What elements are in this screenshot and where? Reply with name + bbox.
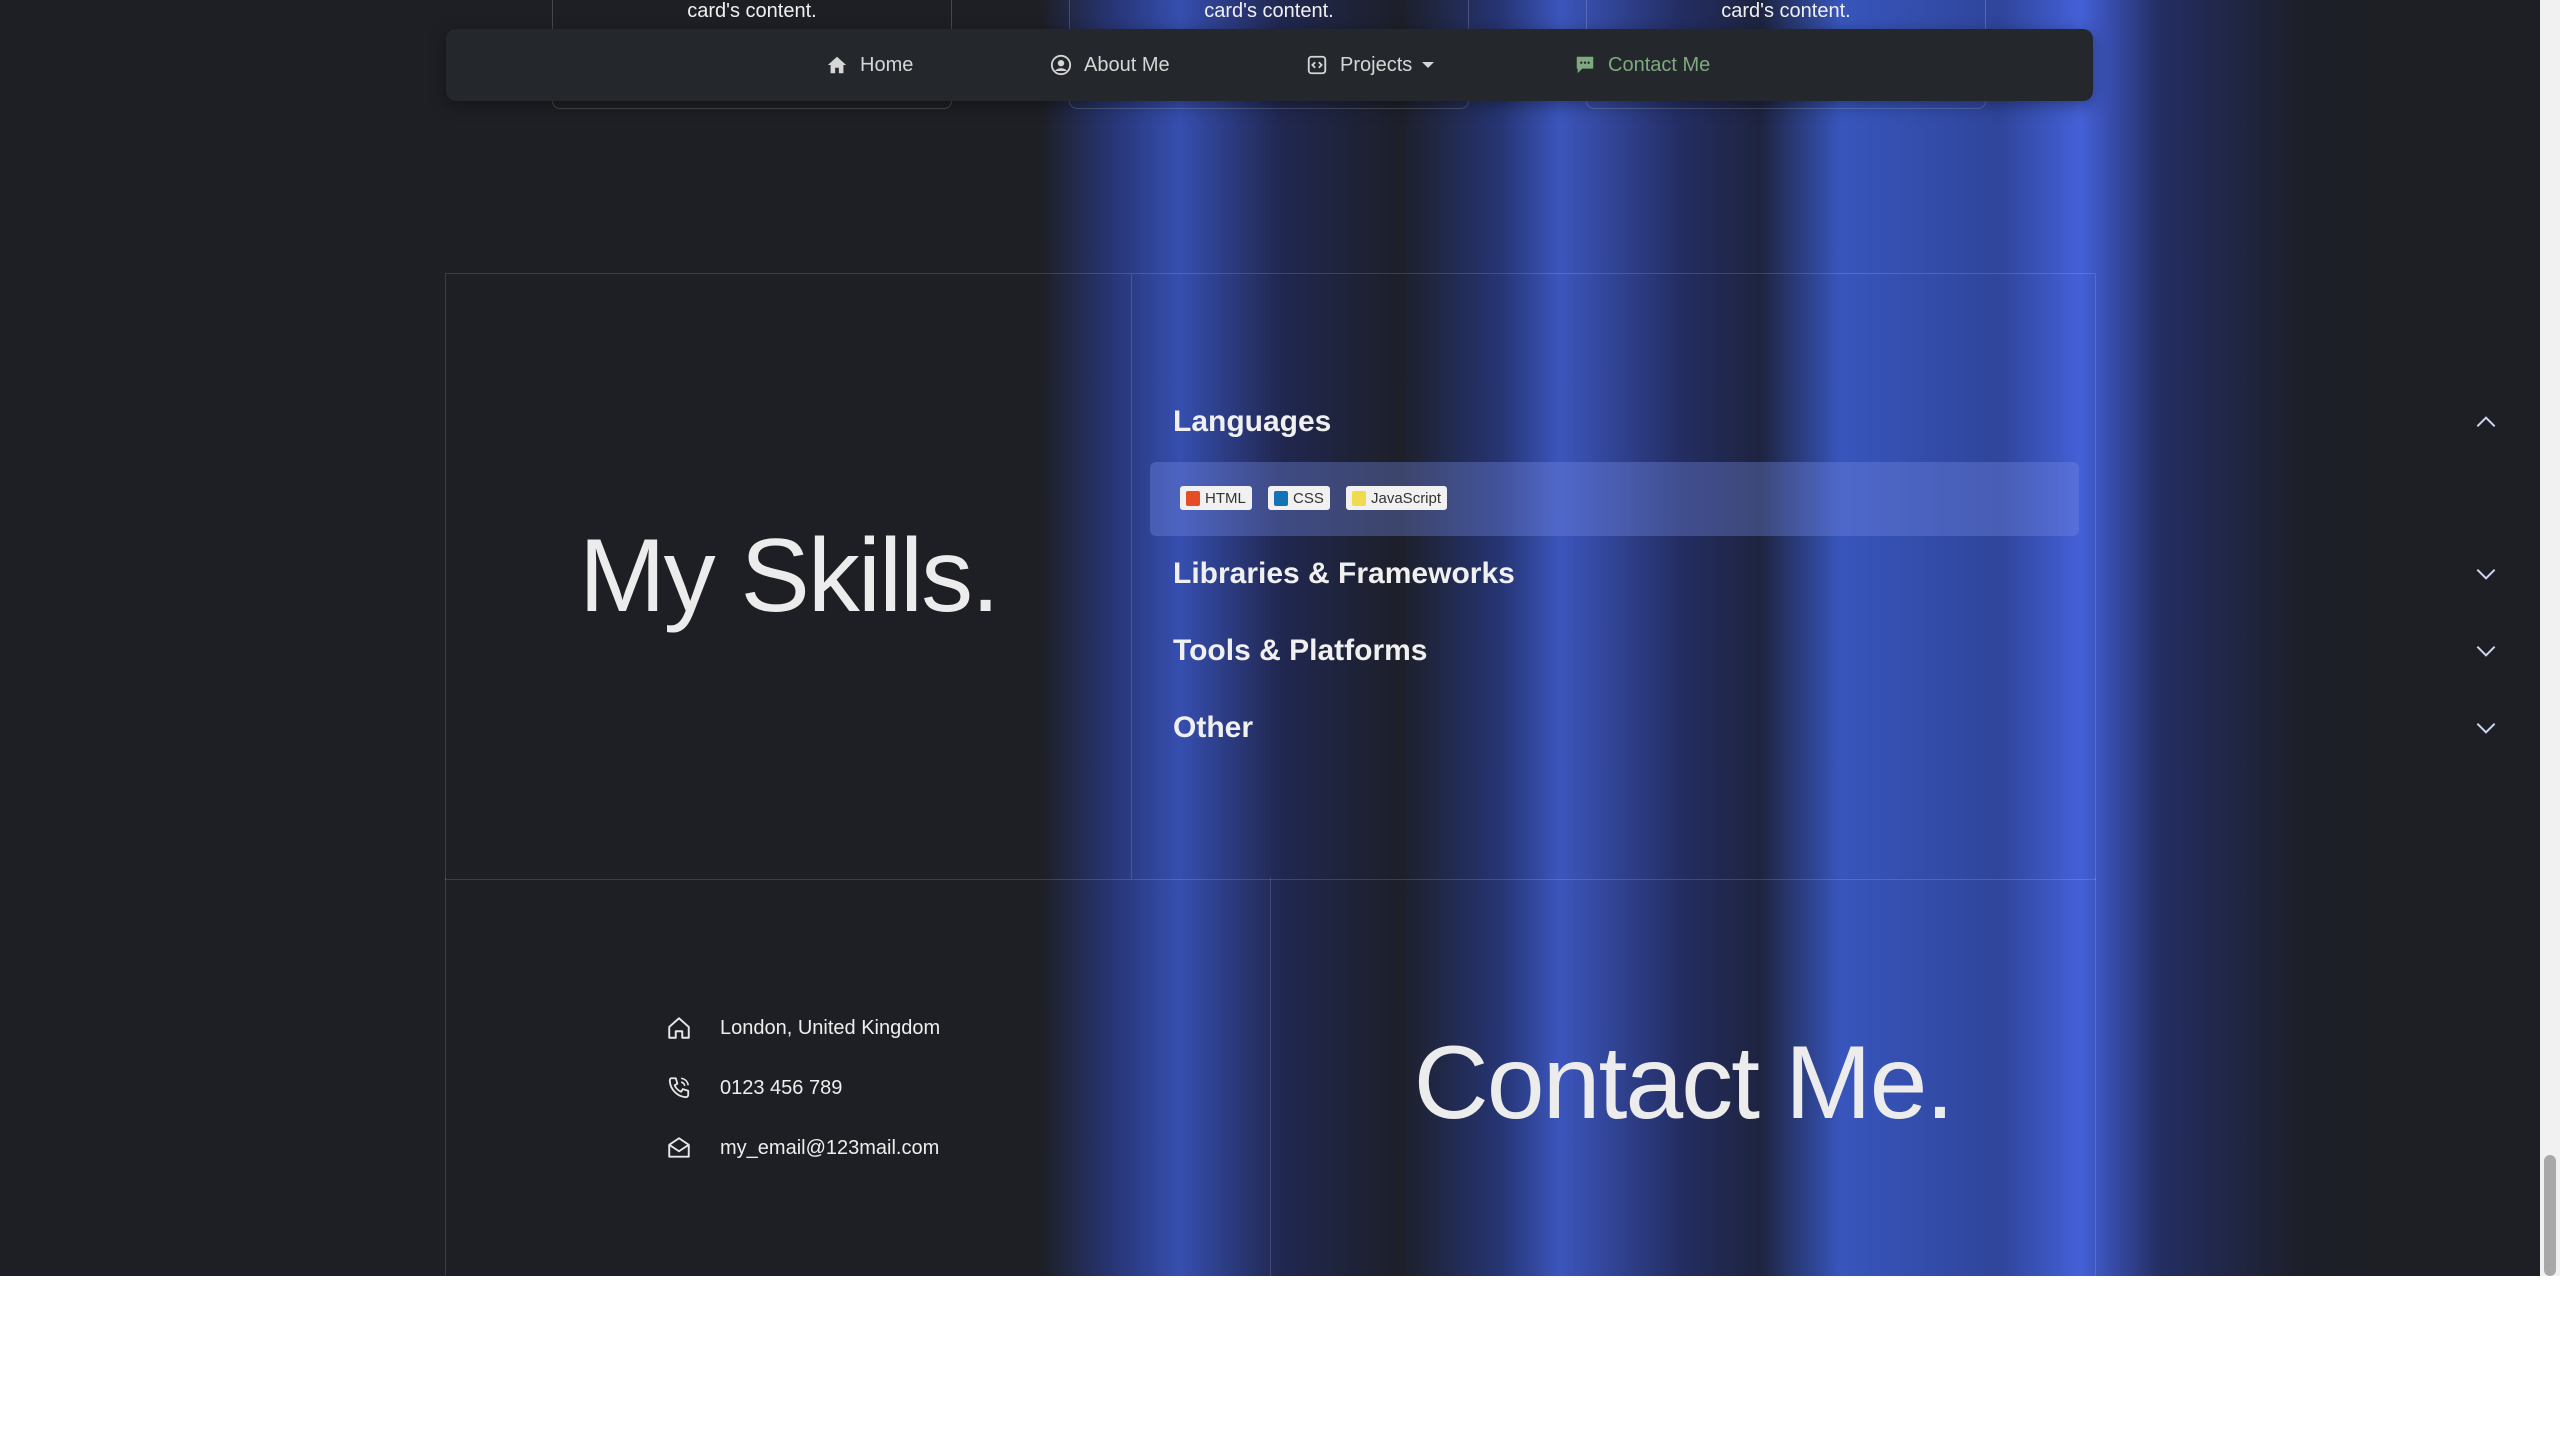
accordion-tools-platforms[interactable]: Tools & Platforms <box>1173 625 2503 677</box>
badge-label: CSS <box>1293 489 1324 507</box>
scrollbar-thumb[interactable] <box>2544 1155 2556 1276</box>
email-text: my_email@123mail.com <box>720 1136 940 1159</box>
accordion-title: Libraries & Frameworks <box>1173 557 1515 590</box>
phone-text: 0123 456 789 <box>720 1076 843 1099</box>
nav-label: Projects <box>1340 53 1413 76</box>
envelope-icon <box>668 1137 690 1158</box>
nav-projects-dropdown[interactable]: Projects <box>1306 29 1435 101</box>
phone-icon <box>668 1077 690 1099</box>
user-circle-icon <box>1050 54 1072 76</box>
card-text: card's content. <box>1204 0 1334 22</box>
nav-label: Home <box>860 53 914 76</box>
caret-down-icon <box>1422 62 1435 68</box>
css3-icon <box>1274 490 1288 506</box>
badge-label: JavaScript <box>1371 489 1442 507</box>
accordion-languages-body: HTML CSS JavaScript <box>1150 462 2079 536</box>
contact-section: London, United Kingdom 0123 456 789 my_e… <box>445 878 2096 1276</box>
card-text: card's content. <box>1721 0 1851 22</box>
contact-title: Contact Me. <box>1413 1025 1955 1141</box>
contact-phone[interactable]: 0123 456 789 <box>666 1071 842 1105</box>
navbar: Home About Me Projects Contact Me <box>446 29 2093 101</box>
address-text: London, United Kingdom <box>720 1016 941 1039</box>
nav-about-me[interactable]: About Me <box>1050 29 1170 101</box>
skill-badge-html: HTML <box>1180 486 1252 510</box>
chevron-up-icon <box>2476 416 2496 428</box>
nav-home[interactable]: Home <box>826 29 913 101</box>
contact-address: London, United Kingdom <box>666 1011 940 1045</box>
nav-label: Contact Me <box>1608 53 1711 76</box>
accordion-title: Tools & Platforms <box>1173 634 1428 667</box>
accordion-other[interactable]: Other <box>1173 702 2503 754</box>
page-viewport: card's content. card's content. card's c… <box>0 0 2540 1276</box>
skills-title: My Skills. <box>578 518 1000 634</box>
nav-contact-me[interactable]: Contact Me <box>1574 29 1710 101</box>
house-icon <box>827 56 847 74</box>
skill-badge-javascript: JavaScript <box>1346 486 1448 510</box>
house-outline-icon <box>668 1017 690 1039</box>
accordion-title: Other <box>1173 711 1254 744</box>
nav-label: About Me <box>1084 53 1170 76</box>
skill-badge-css: CSS <box>1268 486 1330 510</box>
contact-title-panel: Contact Me. <box>1271 878 2095 1276</box>
card-text: card's content. <box>687 0 817 22</box>
javascript-icon <box>1352 490 1366 506</box>
chat-icon <box>1576 56 1594 74</box>
html5-icon <box>1186 490 1200 506</box>
badge-label: HTML <box>1205 489 1246 507</box>
page-scrollbar[interactable] <box>2540 0 2560 1276</box>
contact-email[interactable]: my_email@123mail.com <box>666 1131 939 1165</box>
code-icon <box>1307 55 1327 75</box>
skills-title-panel: My Skills. <box>446 274 1132 879</box>
chevron-down-icon <box>2476 568 2496 580</box>
skills-section: My Skills. Languages HTML CSS JavaScript… <box>445 273 2496 880</box>
accordion-languages[interactable]: Languages <box>1173 396 2503 448</box>
accordion-title: Languages <box>1173 405 1332 438</box>
chevron-down-icon <box>2476 645 2496 657</box>
accordion-libraries-frameworks[interactable]: Libraries & Frameworks <box>1173 548 2503 600</box>
chevron-down-icon <box>2476 722 2496 734</box>
contact-info-panel: London, United Kingdom 0123 456 789 my_e… <box>446 878 1271 1276</box>
